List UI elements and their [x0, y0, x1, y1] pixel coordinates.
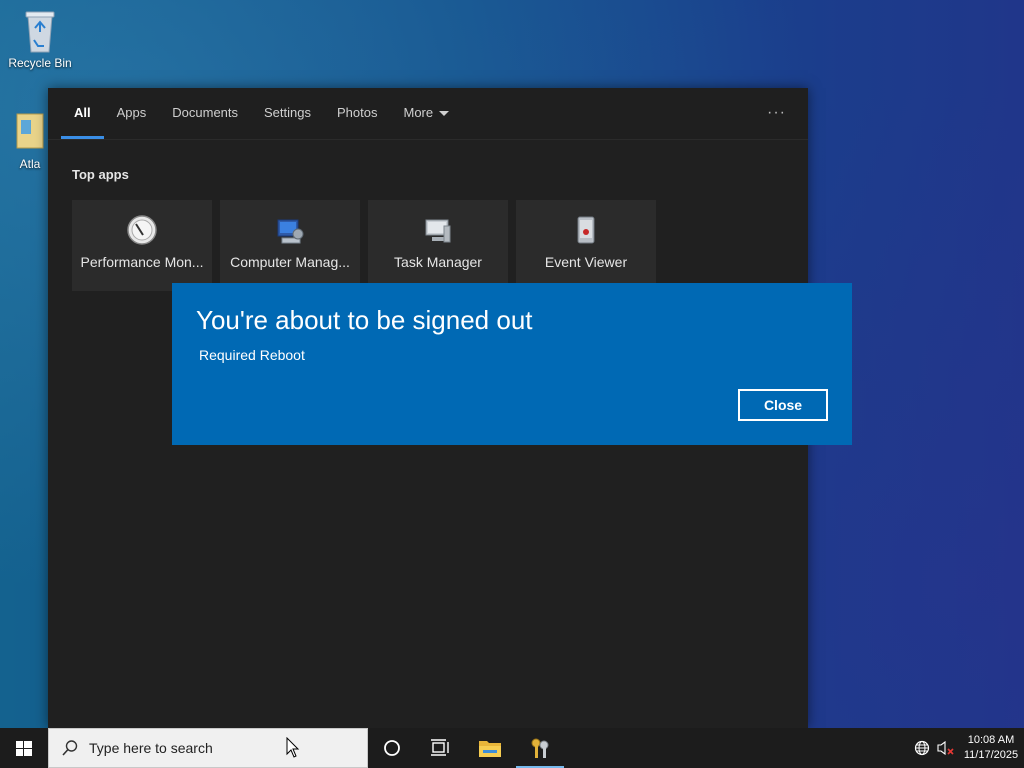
file-explorer-button[interactable]	[466, 728, 514, 768]
search-tabs: All Apps Documents Settings Photos More …	[48, 88, 808, 140]
top-apps-list: Performance Mon... Computer Manag... Tas…	[72, 200, 656, 291]
app-tile-task-manager[interactable]: Task Manager	[368, 200, 508, 291]
cortana-button[interactable]	[368, 728, 416, 768]
volume-muted-icon	[937, 740, 954, 756]
desktop-icon-label: Recycle Bin	[8, 56, 72, 70]
tab-documents[interactable]: Documents	[159, 88, 251, 140]
system-tray: 10:08 AM 11/17/2025	[910, 728, 1024, 768]
more-options-button[interactable]: ···	[767, 104, 786, 122]
app-tile-label: Performance Mon...	[80, 254, 204, 270]
tab-label: Apps	[116, 104, 147, 120]
task-view-button[interactable]	[416, 728, 464, 768]
cortana-circle-icon	[384, 740, 400, 756]
tab-label: All	[74, 104, 91, 120]
tab-label: Settings	[264, 104, 311, 120]
task-view-icon	[431, 739, 449, 756]
tab-more[interactable]: More	[390, 88, 462, 140]
search-icon	[62, 740, 78, 756]
folder-icon	[479, 741, 501, 757]
chevron-down-icon	[439, 110, 450, 116]
desktop-icon-atlas[interactable]: Atla	[10, 110, 50, 171]
folder-icon	[10, 110, 50, 153]
windows-logo-icon	[16, 741, 32, 756]
close-button[interactable]: Close	[738, 389, 828, 421]
sign-out-dialog: You're about to be signed out Required R…	[172, 283, 852, 445]
section-title: Top apps	[72, 167, 129, 182]
desktop-icon-label: Atla	[19, 157, 41, 171]
dialog-message: Required Reboot	[199, 347, 305, 363]
tab-label: More	[403, 104, 434, 120]
app-tile-performance-monitor[interactable]: Performance Mon...	[72, 200, 212, 291]
app-tile-event-viewer[interactable]: Event Viewer	[516, 200, 656, 291]
performance-monitor-icon	[126, 214, 158, 246]
clock-date: 11/17/2025	[963, 749, 1019, 761]
tab-all[interactable]: All	[61, 88, 104, 140]
computer-management-icon	[274, 214, 306, 246]
app-tile-label: Task Manager	[394, 254, 482, 270]
mouse-cursor-icon	[286, 737, 300, 758]
tab-photos[interactable]: Photos	[324, 88, 390, 140]
app-tile-label: Computer Manag...	[230, 254, 350, 270]
app-tile-label: Event Viewer	[544, 254, 628, 270]
taskbar: Type here to search 10:08 AM 11/17/2025	[0, 728, 1024, 768]
search-placeholder: Type here to search	[89, 740, 213, 756]
tab-settings[interactable]: Settings	[251, 88, 324, 140]
tab-apps[interactable]: Apps	[104, 88, 160, 140]
keys-icon	[531, 738, 549, 758]
desktop-icon-recycle-bin[interactable]: Recycle Bin	[0, 8, 80, 70]
volume-button[interactable]	[934, 728, 958, 768]
tab-label: Photos	[337, 104, 378, 120]
start-button[interactable]	[0, 728, 48, 768]
clock-button[interactable]: 10:08 AM 11/17/2025	[958, 733, 1024, 763]
tab-label: Documents	[172, 104, 239, 120]
dialog-title: You're about to be signed out	[196, 305, 533, 335]
network-button[interactable]	[910, 728, 934, 768]
app-tile-computer-management[interactable]: Computer Manag...	[220, 200, 360, 291]
recycle-bin-icon	[22, 8, 58, 53]
clock-time: 10:08 AM	[967, 734, 1015, 746]
credential-app-button[interactable]	[516, 728, 564, 768]
event-viewer-icon	[570, 214, 602, 246]
globe-network-icon	[914, 740, 930, 756]
taskbar-search-box[interactable]: Type here to search	[48, 728, 368, 768]
task-manager-icon	[422, 214, 454, 246]
